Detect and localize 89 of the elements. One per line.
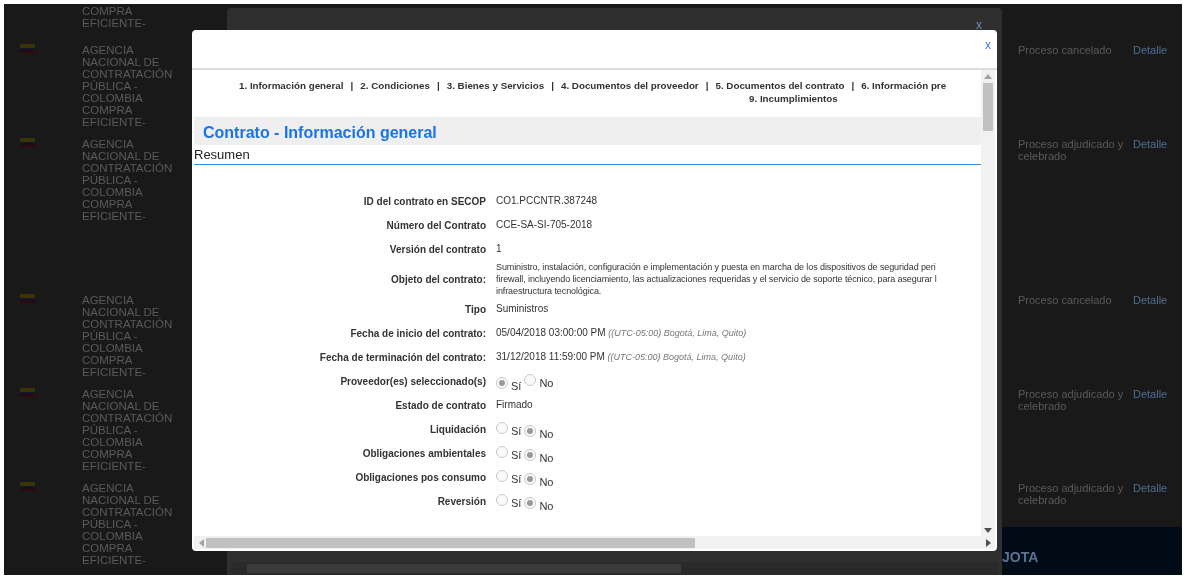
radio-button[interactable] bbox=[524, 373, 537, 386]
vertical-scrollbar[interactable] bbox=[981, 70, 995, 536]
radio-button[interactable] bbox=[524, 448, 537, 461]
field-value: 31/12/2018 11:59:00 PM bbox=[496, 351, 605, 362]
option-label: Sí bbox=[511, 379, 522, 392]
radio-button[interactable] bbox=[524, 472, 537, 485]
subsection-title: Resumen bbox=[194, 145, 981, 165]
radio-button[interactable] bbox=[524, 496, 537, 509]
process-status: Proceso adjudicado y celebrado bbox=[1018, 388, 1124, 412]
detail-link[interactable]: Detalle bbox=[1133, 44, 1168, 56]
radio-button[interactable] bbox=[496, 421, 508, 434]
field-label: Objeto del contrato: bbox=[390, 272, 487, 287]
separator: | bbox=[851, 79, 855, 92]
flag-icon bbox=[20, 44, 35, 53]
section-title: Contrato - Información general bbox=[194, 117, 981, 145]
radio-button[interactable] bbox=[524, 424, 537, 437]
agency-name: AGENCIA NACIONAL DE CONTRATACIÓN PÚBLICA - COLOMBIA COMPRA EFICIENTE- bbox=[82, 293, 174, 380]
field-value: Suministro, instalación, configuración e implementación y puesta en marcha de los dispositivos de seguridad peri firewall, incluyendo licenciamiento, las actualizaciones requeridas y el servicio de soporte técnico, para asegurar l infraestructura tecnológica. bbox=[496, 261, 937, 297]
field-value: Suministros bbox=[496, 303, 549, 314]
horizontal-scrollbar[interactable] bbox=[231, 562, 998, 575]
detail-link[interactable]: Detalle bbox=[1133, 294, 1168, 306]
option-label: Sí bbox=[511, 496, 522, 509]
radio-button[interactable] bbox=[496, 493, 508, 506]
scrollbar-thumb[interactable] bbox=[983, 83, 993, 131]
scrollbar-thumb[interactable] bbox=[206, 537, 695, 548]
flag-icon bbox=[20, 482, 35, 491]
timezone-note: ((UTC-05:00) Bogotá, Lima, Quito) bbox=[607, 352, 746, 362]
field-label: ID del contrato en SECOP bbox=[362, 194, 487, 209]
option-label: Sí bbox=[511, 448, 522, 461]
section-link[interactable]: 5. Documentos del contrato bbox=[715, 79, 845, 92]
field-label: Fecha de inicio del contrato: bbox=[349, 326, 487, 341]
option-label: No bbox=[539, 499, 554, 512]
field-label: Proveedor(es) seleccionado(s) bbox=[339, 374, 487, 389]
process-status: Proceso adjudicado y celebrado bbox=[1018, 138, 1124, 162]
section-link[interactable]: 2. Condiciones bbox=[360, 79, 430, 92]
radio-button[interactable] bbox=[496, 445, 508, 458]
field-label: Reversión bbox=[436, 494, 487, 509]
close-button[interactable]: x bbox=[985, 36, 991, 54]
process-status: Proceso cancelado bbox=[1018, 44, 1112, 56]
flag-icon bbox=[20, 388, 35, 397]
field-label: Liquidación bbox=[428, 422, 487, 437]
field-label: Obligaciones pos consumo bbox=[354, 470, 487, 485]
field-value: Firmado bbox=[496, 399, 533, 410]
separator: | bbox=[551, 79, 554, 92]
agency-name: AGENCIA NACIONAL DE CONTRATACIÓN PÚBLICA - COLOMBIA COMPRA EFICIENTE- bbox=[82, 137, 174, 224]
timezone-note: ((UTC-05:00) Bogotá, Lima, Quito) bbox=[608, 328, 747, 338]
agency-name: AGENCIA NACIONAL DE CONTRATACIÓN PÚBLICA - COLOMBIA COMPRA EFICIENTE- bbox=[82, 481, 174, 568]
field-label: Fecha de terminación del contrato: bbox=[318, 350, 487, 365]
field-label: Número del Contrato bbox=[385, 218, 487, 233]
separator: | bbox=[436, 79, 440, 92]
agency-name: AGENCIA NACIONAL DE CONTRATACIÓN PÚBLICA - COLOMBIA COMPRA EFICIENTE- bbox=[82, 43, 174, 130]
section-link[interactable]: 9. Incumplimientos bbox=[749, 92, 838, 105]
detail-link[interactable]: Detalle bbox=[1133, 138, 1168, 150]
detail-link[interactable]: Detalle bbox=[1133, 388, 1168, 400]
field-value: CCE-SA-SI-705-2018 bbox=[496, 219, 593, 230]
radio-button[interactable] bbox=[496, 469, 508, 482]
option-label: No bbox=[539, 475, 554, 488]
scroll-right-icon[interactable] bbox=[986, 538, 991, 547]
flag-icon bbox=[20, 294, 35, 303]
option-label: No bbox=[539, 376, 554, 389]
section-link[interactable]: 4. Documentos del proveedor bbox=[560, 79, 699, 92]
separator: | bbox=[350, 79, 354, 92]
flag-icon bbox=[20, 138, 35, 147]
agency-name: COMPRA EFICIENTE- bbox=[82, 4, 147, 31]
scroll-down-icon[interactable] bbox=[984, 528, 992, 533]
radio-button[interactable] bbox=[496, 376, 508, 389]
field-value: CO1.PCCNTR.387248 bbox=[496, 195, 598, 206]
option-label: Sí bbox=[511, 424, 522, 437]
scroll-up-icon[interactable] bbox=[984, 74, 992, 79]
close-button[interactable]: x bbox=[976, 16, 982, 34]
section-link[interactable]: 3. Bienes y Servicios bbox=[446, 79, 545, 92]
field-label: Estado de contrato bbox=[394, 398, 487, 413]
field-label: Tipo bbox=[464, 302, 487, 317]
process-status: Proceso adjudicado y celebrado bbox=[1018, 482, 1124, 506]
field-label: Obligaciones ambientales bbox=[361, 446, 487, 461]
option-label: No bbox=[539, 451, 554, 464]
section-link[interactable]: 6. Información pre bbox=[861, 79, 947, 92]
scroll-left-icon[interactable] bbox=[199, 538, 204, 547]
separator: | bbox=[705, 79, 709, 92]
field-value: 1 bbox=[496, 243, 502, 254]
detail-link[interactable]: Detalle bbox=[1133, 482, 1168, 494]
process-status: Proceso cancelado bbox=[1018, 294, 1112, 306]
agency-name: AGENCIA NACIONAL DE CONTRATACIÓN PÚBLICA - COLOMBIA COMPRA EFICIENTE- bbox=[82, 387, 174, 474]
section-link[interactable]: 1. Información general bbox=[239, 79, 344, 92]
option-label: No bbox=[539, 427, 554, 440]
option-label: Sí bbox=[511, 472, 522, 485]
field-label: Versión del contrato bbox=[388, 242, 487, 257]
field-value: 05/04/2018 03:00:00 PM bbox=[496, 327, 606, 338]
horizontal-scrollbar[interactable] bbox=[194, 536, 995, 549]
